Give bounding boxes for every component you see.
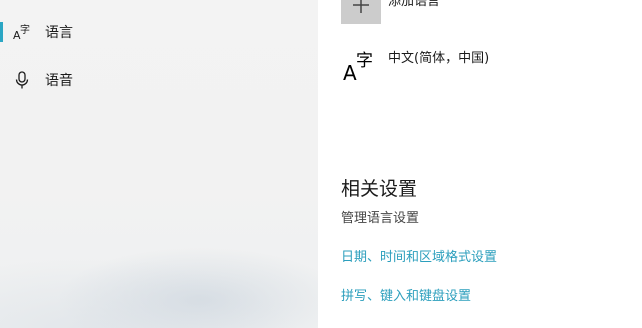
selection-indicator [0,22,3,42]
language-icon: A 字 [12,22,32,42]
language-icon: A 字 [342,48,376,85]
nav-item-speech[interactable]: 语音 [0,60,318,100]
nav-item-language[interactable]: A 字 语言 [0,12,318,52]
navigation-pane: A 字 语言 语音 [0,0,318,328]
spelling-typing-keyboard-link[interactable]: 拼写、键入和键盘设置 [341,285,471,304]
svg-text:A: A [343,61,357,82]
microphone-icon [12,70,32,90]
svg-text:字: 字 [20,23,30,36]
add-language-label[interactable]: 添加语言 [388,0,440,9]
svg-text:字: 字 [356,51,373,71]
add-language-button[interactable] [341,0,381,24]
nav-item-label: 语音 [45,73,73,89]
plus-icon [353,0,369,13]
related-settings-title: 相关设置 [341,178,418,200]
language-list-item[interactable]: A 字 中文(简体，中国) [340,44,620,88]
related-settings-subtitle: 管理语言设置 [341,211,420,226]
content-pane: 添加语言 A 字 中文(简体，中国) 相关设置 管理语言设置 日期、时间和区域格… [318,0,642,328]
date-time-region-link[interactable]: 日期、时间和区域格式设置 [341,246,497,265]
nav-item-label: 语言 [45,25,73,41]
language-name: 中文(简体，中国) [388,51,490,66]
